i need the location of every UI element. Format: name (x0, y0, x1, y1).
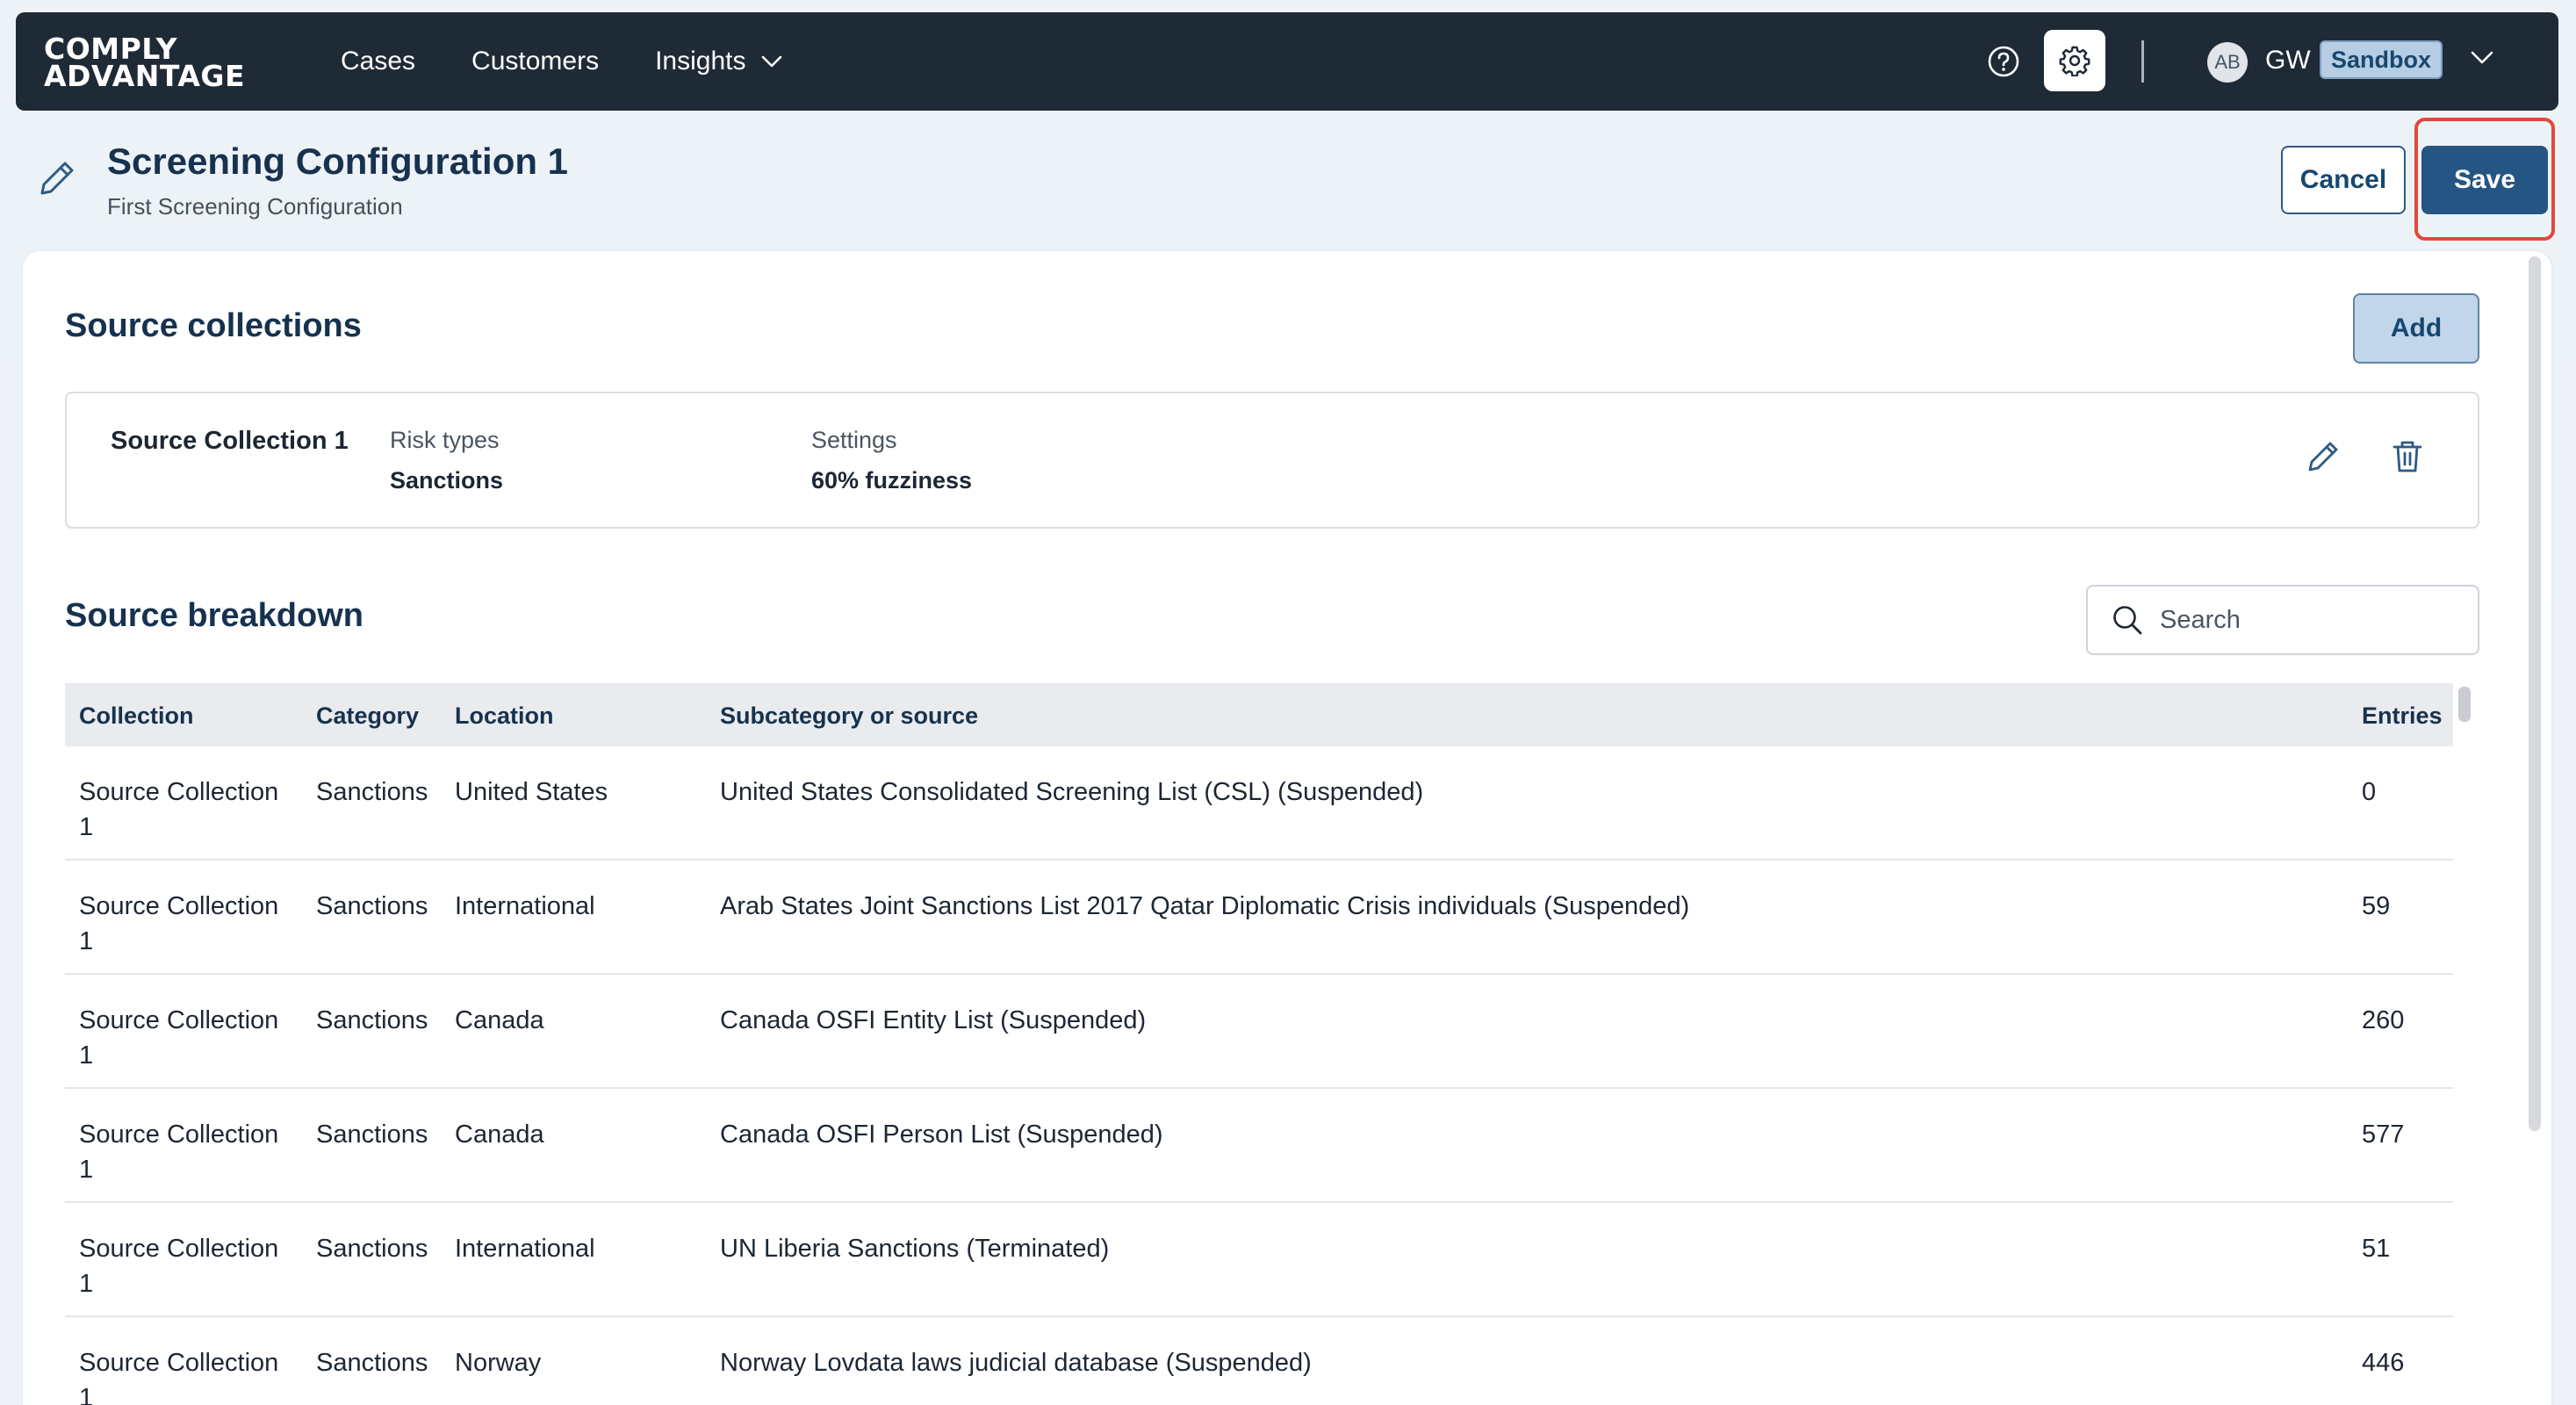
search-icon (2113, 606, 2142, 635)
cell-category: Sanctions (316, 892, 428, 920)
settings-label: Settings (811, 427, 897, 453)
column-header-entries[interactable]: Entries (2362, 702, 2443, 730)
column-header-location[interactable]: Location (455, 702, 554, 730)
table-row[interactable]: Source Collection 1 Sanctions Canada Can… (65, 1089, 2453, 1203)
page-title: Screening Configuration 1 (107, 140, 569, 182)
search-input[interactable] (2160, 605, 2458, 635)
cell-entries: 260 (2362, 1006, 2405, 1034)
risk-types-value: Sanctions (390, 467, 504, 494)
user-initials[interactable]: GW (2265, 46, 2311, 76)
cell-source: UN Liberia Sanctions (Terminated) (720, 1235, 1110, 1263)
cell-entries: 59 (2362, 892, 2391, 920)
add-collection-button[interactable]: Add (2353, 293, 2479, 364)
nav-link-label: Insights (655, 47, 746, 76)
cell-source: Canada OSFI Entity List (Suspended) (720, 1006, 1147, 1034)
column-header-collection[interactable]: Collection (79, 702, 299, 730)
risk-types-label: Risk types (390, 427, 500, 453)
cancel-button[interactable]: Cancel (2281, 146, 2406, 214)
cell-category: Sanctions (316, 778, 428, 806)
column-header-source[interactable]: Subcategory or source (720, 702, 978, 730)
edit-collection-pencil-icon[interactable] (2306, 439, 2341, 474)
source-breakdown-table: Collection Category Location Subcategory… (65, 683, 2453, 1405)
nav-link-customers[interactable]: Customers (471, 47, 599, 76)
cell-entries: 577 (2362, 1120, 2405, 1149)
delete-collection-trash-icon[interactable] (2392, 439, 2423, 474)
cell-category: Sanctions (316, 1120, 428, 1149)
cell-entries: 0 (2362, 778, 2377, 806)
cell-collection: Source Collection 1 (79, 1349, 279, 1405)
nav-link-cases[interactable]: Cases (341, 47, 415, 76)
cell-source: Norway Lovdata laws judicial database (S… (720, 1349, 1312, 1377)
table-row[interactable]: Source Collection 1 Sanctions United Sta… (65, 746, 2453, 861)
table-header: Collection Category Location Subcategory… (65, 683, 2453, 746)
chevron-down-icon (762, 55, 782, 68)
search-box (2086, 585, 2479, 655)
cell-source: Arab States Joint Sanctions List 2017 Qa… (720, 892, 1690, 920)
page-scrollbar[interactable] (2529, 256, 2541, 1131)
source-collection-card: Source Collection 1 Risk types Sanctions… (65, 392, 2479, 529)
avatar[interactable]: AB (2207, 42, 2248, 83)
logo-line-2: ADVANTAGE (44, 59, 246, 93)
cell-category: Sanctions (316, 1006, 428, 1034)
table-row[interactable]: Source Collection 1 Sanctions Internatio… (65, 861, 2453, 975)
cell-location: Canada (455, 1120, 544, 1149)
environment-badge: Sandbox (2320, 40, 2443, 79)
nav-divider (2141, 40, 2144, 83)
gear-icon (2059, 46, 2090, 76)
cell-source: United States Consolidated Screening Lis… (720, 778, 1424, 806)
source-breakdown-title: Source breakdown (65, 597, 363, 634)
table-row[interactable]: Source Collection 1 Sanctions Canada Can… (65, 975, 2453, 1089)
settings-button[interactable] (2044, 30, 2105, 91)
save-button[interactable]: Save (2421, 146, 2548, 214)
source-collections-title: Source collections (65, 307, 362, 344)
page-subtitle: First Screening Configuration (107, 193, 403, 220)
settings-value: 60% fuzziness (811, 467, 973, 494)
cell-collection: Source Collection 1 (79, 1235, 279, 1298)
nav-link-label: Cases (341, 47, 416, 76)
cell-entries: 51 (2362, 1235, 2391, 1263)
cell-collection: Source Collection 1 (79, 778, 279, 841)
cell-entries: 446 (2362, 1349, 2405, 1377)
cell-location: International (455, 1235, 595, 1263)
nav-links: Cases Customers Insights (341, 12, 838, 111)
nav-link-insights[interactable]: Insights (655, 47, 782, 76)
cell-collection: Source Collection 1 (79, 1120, 279, 1184)
cell-collection: Source Collection 1 (79, 1006, 279, 1070)
top-navbar: COMPLY ADVANTAGE Cases Customers Insight… (16, 12, 2558, 111)
cell-location: United States (455, 778, 608, 806)
brand-logo[interactable]: COMPLY ADVANTAGE (44, 34, 246, 93)
cell-location: International (455, 892, 595, 920)
table-row[interactable]: Source Collection 1 Sanctions Norway Nor… (65, 1317, 2453, 1405)
nav-link-label: Customers (471, 47, 600, 76)
cell-category: Sanctions (316, 1235, 428, 1263)
collection-name: Source Collection 1 (111, 427, 349, 455)
edit-title-pencil-icon[interactable] (37, 158, 76, 198)
table-scrollbar[interactable] (2458, 687, 2471, 722)
user-menu-chevron-down-icon[interactable] (2471, 51, 2493, 65)
app-root: COMPLY ADVANTAGE Cases Customers Insight… (0, 0, 2576, 1405)
help-icon[interactable] (1986, 44, 2021, 79)
cell-location: Norway (455, 1349, 542, 1377)
cell-category: Sanctions (316, 1349, 428, 1377)
cell-source: Canada OSFI Person List (Suspended) (720, 1120, 1163, 1149)
cell-collection: Source Collection 1 (79, 892, 279, 955)
cell-location: Canada (455, 1006, 544, 1034)
table-row[interactable]: Source Collection 1 Sanctions Internatio… (65, 1203, 2453, 1317)
column-header-category[interactable]: Category (316, 702, 419, 730)
